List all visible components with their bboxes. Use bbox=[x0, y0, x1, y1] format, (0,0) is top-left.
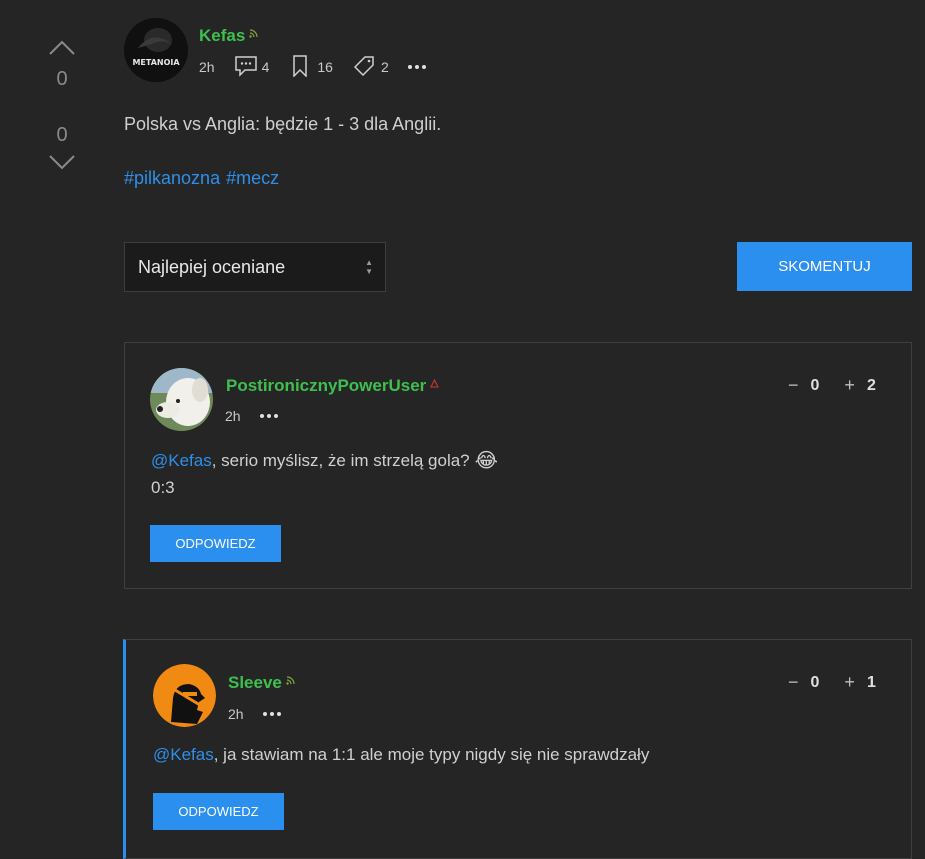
rss-icon bbox=[286, 672, 295, 690]
laughing-emoji: 😂 bbox=[474, 450, 499, 472]
comment-plus-count: 1 bbox=[866, 673, 876, 691]
comment-downvote[interactable]: − 0 bbox=[788, 375, 819, 396]
more-options-icon[interactable] bbox=[259, 414, 278, 418]
tags-count: 2 bbox=[380, 59, 389, 75]
avatar[interactable]: METANOIA bbox=[124, 18, 188, 82]
sort-select[interactable]: Najlepiej oceniane ▲ ▼ bbox=[124, 242, 386, 292]
tags-link[interactable]: 2 bbox=[353, 55, 389, 79]
comment-minus-count: 0 bbox=[810, 376, 820, 394]
rss-icon bbox=[249, 25, 258, 43]
reply-button[interactable]: ODPOWIEDZ bbox=[153, 793, 284, 830]
more-options-icon[interactable] bbox=[407, 65, 426, 69]
bookmark-button[interactable]: 16 bbox=[292, 54, 333, 80]
comment-minus-count: 0 bbox=[810, 673, 820, 691]
avatar[interactable] bbox=[153, 664, 216, 727]
tag-link[interactable]: #mecz bbox=[226, 168, 279, 189]
comment-text-line: 0:3 bbox=[151, 478, 175, 497]
downvote-arrow-icon[interactable] bbox=[48, 154, 76, 172]
upvote-arrow-icon[interactable] bbox=[48, 38, 76, 56]
tag-link[interactable]: #pilkanozna bbox=[124, 168, 220, 189]
more-options-icon[interactable] bbox=[262, 712, 281, 716]
comment-text: , serio myślisz, że im strzelą gola? bbox=[211, 450, 470, 470]
tag-icon bbox=[353, 55, 375, 79]
comment-text: , ja stawiam na 1:1 ale moje typy nigdy … bbox=[213, 745, 650, 764]
select-arrows-icon: ▲ ▼ bbox=[365, 258, 373, 276]
reply-button[interactable]: ODPOWIEDZ bbox=[150, 525, 281, 562]
plus-icon: + bbox=[844, 375, 855, 395]
user-badge-icon bbox=[430, 375, 440, 393]
comment-body: @Kefas, ja stawiam na 1:1 ale moje typy … bbox=[153, 745, 649, 765]
bookmarks-count: 16 bbox=[317, 59, 333, 75]
comment-author[interactable]: Sleeve bbox=[228, 673, 282, 693]
comment-icon bbox=[234, 55, 258, 80]
comments-link[interactable]: 4 bbox=[234, 55, 270, 80]
comment-upvote[interactable]: + 1 bbox=[844, 672, 875, 693]
comment-button[interactable]: SKOMENTUJ bbox=[737, 242, 912, 291]
comment-author[interactable]: PostironicznyPowerUser bbox=[226, 376, 426, 396]
post-time: 2h bbox=[199, 59, 215, 75]
minus-icon: − bbox=[788, 672, 799, 692]
sort-selected-value: Najlepiej oceniane bbox=[138, 256, 286, 277]
comment-body: @Kefas , serio myślisz, że im strzelą go… bbox=[151, 448, 498, 473]
comment-time: 2h bbox=[228, 706, 244, 722]
comment-time: 2h bbox=[225, 408, 241, 424]
upvote-count: 0 bbox=[56, 68, 68, 90]
post-author[interactable]: Kefas bbox=[199, 26, 245, 46]
comment-upvote[interactable]: + 2 bbox=[844, 375, 875, 396]
avatar-logo-text: METANOIA bbox=[132, 58, 180, 67]
comment-downvote[interactable]: − 0 bbox=[788, 672, 819, 693]
plus-icon: + bbox=[844, 672, 855, 692]
mention-link[interactable]: @Kefas bbox=[153, 745, 214, 764]
comments-count: 4 bbox=[261, 59, 270, 75]
bookmark-icon bbox=[292, 54, 308, 80]
comment-plus-count: 2 bbox=[866, 376, 876, 394]
avatar[interactable] bbox=[150, 368, 213, 431]
mention-link[interactable]: @Kefas bbox=[151, 451, 212, 471]
downvote-count: 0 bbox=[56, 124, 68, 146]
post-body: Polska vs Anglia: będzie 1 - 3 dla Angli… bbox=[124, 114, 442, 134]
minus-icon: − bbox=[788, 375, 799, 395]
